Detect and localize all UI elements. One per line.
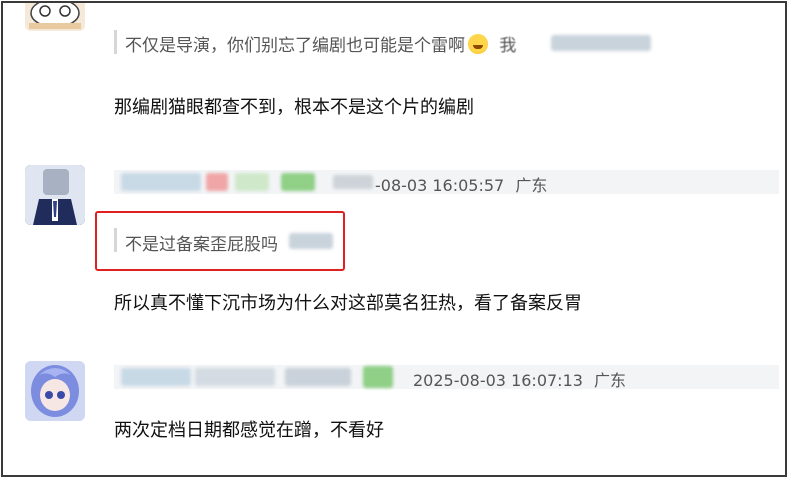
blurred-username — [121, 173, 201, 191]
blurred-badge — [285, 368, 351, 386]
quote-bar — [114, 30, 117, 54]
quoted-comment-text: 不仅是导演，你们别忘了编剧也可能是个雷啊 — [125, 36, 465, 56]
quote-bar — [114, 228, 117, 252]
location: 广东 — [515, 176, 548, 195]
comment-screenshot: 不仅是导演，你们别忘了编剧也可能是个雷啊 我 那编剧猫眼都查不到，根本不是这个片… — [1, 1, 787, 477]
blurred-username — [289, 233, 333, 249]
blurred-badge — [363, 366, 393, 388]
reply-text: 两次定档日期都感觉在蹭，不看好 — [114, 420, 384, 441]
quoted-comment: 不仅是导演，你们别忘了编剧也可能是个雷啊 我 — [125, 31, 516, 56]
anime-avatar-icon — [25, 361, 85, 421]
user-avatar-icon — [25, 165, 85, 225]
reply-text: 那编剧猫眼都查不到，根本不是这个片的编剧 — [114, 97, 474, 118]
location: 广东 — [594, 371, 627, 390]
blurred-badge — [281, 173, 315, 191]
blurred-date-prefix — [333, 175, 373, 189]
timestamp: 2025-08-03 16:07:13 — [413, 371, 583, 390]
blurred-badge — [235, 173, 269, 191]
blurred-username — [551, 35, 651, 51]
avatar[interactable] — [25, 361, 85, 421]
blurred-badge — [206, 173, 228, 191]
blurred-username — [195, 368, 275, 386]
avatar[interactable] — [25, 3, 85, 31]
avatar[interactable] — [25, 165, 85, 225]
reply-text: 所以真不懂下沉市场为什么对这部莫名狂热，看了备案反胃 — [114, 293, 582, 314]
comment-time: -08-03 16:05:57 广东 — [375, 172, 547, 196]
laughing-emoji-icon — [468, 34, 488, 54]
quoted-comment: 不是过备案歪屁股吗 — [125, 235, 278, 255]
comment-time: 2025-08-03 16:07:13 广东 — [413, 367, 626, 391]
cartoon-avatar-icon — [25, 3, 85, 31]
timestamp: -08-03 16:05:57 — [375, 176, 505, 195]
quoted-author-prefix: 我 — [499, 36, 517, 56]
blurred-username — [121, 368, 191, 386]
